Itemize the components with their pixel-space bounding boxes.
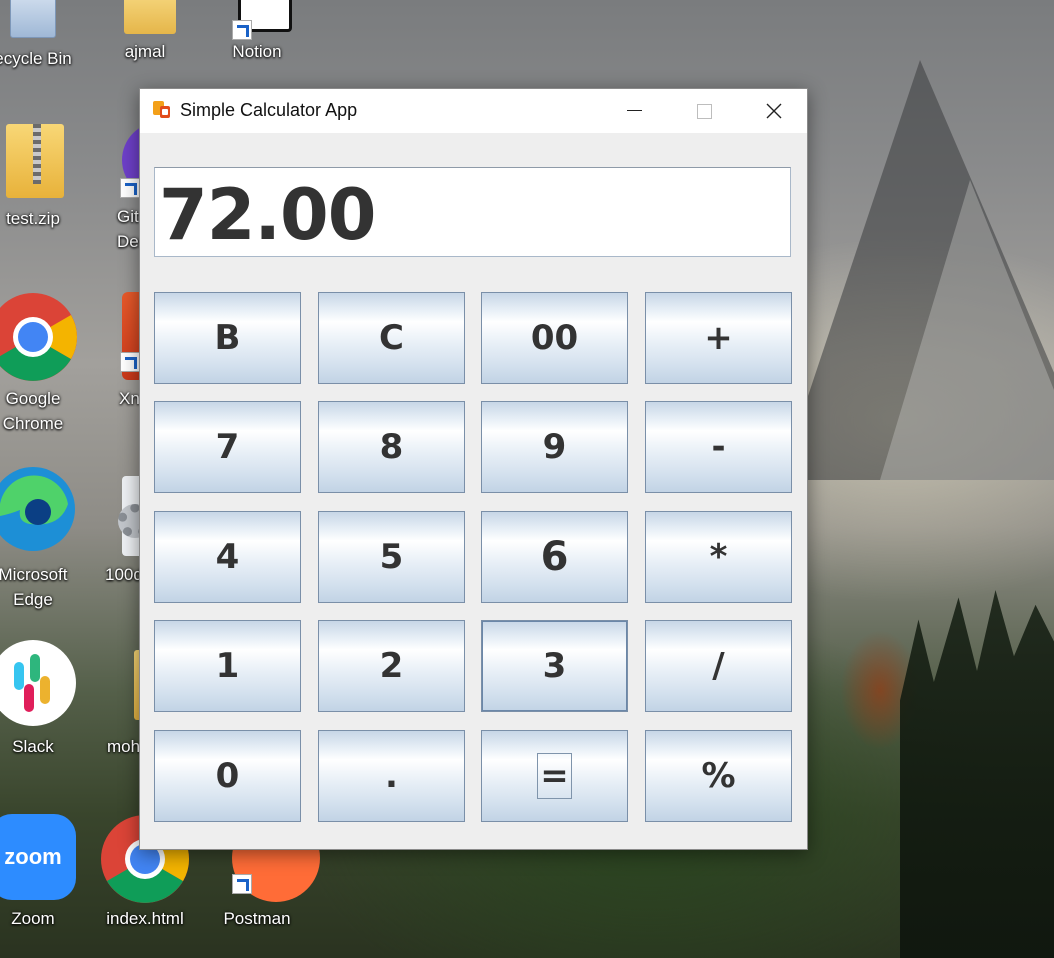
key-4[interactable]: 4 <box>154 511 301 603</box>
key-percent[interactable]: % <box>645 730 792 822</box>
key-equals-label: = <box>537 753 572 799</box>
key-backspace[interactable]: B <box>154 292 301 384</box>
zip-folder-icon <box>0 118 70 198</box>
folder-icon <box>108 0 182 46</box>
key-0[interactable]: 0 <box>154 730 301 822</box>
display-value: 72.00 <box>159 174 376 256</box>
desktop-icon-recycle-bin[interactable]: ecycle Bin <box>0 0 89 71</box>
desktop-icon-zoom[interactable]: zoom Zoom <box>0 814 89 931</box>
wallpaper-mountain-snow <box>880 180 1054 480</box>
key-subtract[interactable]: - <box>645 401 792 493</box>
maximize-button[interactable] <box>669 89 739 133</box>
key-clear[interactable]: C <box>318 292 465 384</box>
key-5[interactable]: 5 <box>318 511 465 603</box>
slack-icon <box>0 640 76 726</box>
key-8[interactable]: 8 <box>318 401 465 493</box>
calculator-display[interactable]: 72.00 <box>154 167 791 257</box>
desktop-icon-test-zip[interactable]: test.zip <box>0 118 89 231</box>
key-6[interactable]: 6 <box>481 511 628 603</box>
close-button[interactable] <box>739 89 809 133</box>
chrome-icon <box>0 290 77 381</box>
zoom-icon: zoom <box>0 814 76 900</box>
key-double-zero[interactable]: 00 <box>481 292 628 384</box>
key-decimal[interactable]: . <box>318 730 465 822</box>
minimize-button[interactable] <box>599 89 669 133</box>
key-1[interactable]: 1 <box>154 620 301 712</box>
wallpaper-trees <box>900 590 1054 958</box>
desktop-icon-google-chrome[interactable]: Google Chrome <box>0 290 89 436</box>
key-add[interactable]: + <box>645 292 792 384</box>
keypad: B C 00 + 7 8 9 - 4 5 6 * 1 2 3 / 0 . = % <box>154 292 792 822</box>
key-divide[interactable]: / <box>645 620 792 712</box>
desktop-icon-notion[interactable]: Notion <box>201 0 313 64</box>
desktop-icon-microsoft-edge[interactable]: Microsoft Edge <box>0 466 89 612</box>
minimize-icon <box>626 109 642 111</box>
recycle-bin-icon <box>0 0 70 46</box>
close-icon <box>766 103 782 119</box>
edge-icon <box>0 466 75 551</box>
notion-icon <box>220 0 294 46</box>
key-equals[interactable]: = <box>481 730 628 822</box>
calculator-window: Simple Calculator App 72.00 B C 00 + 7 8… <box>139 88 808 850</box>
key-7[interactable]: 7 <box>154 401 301 493</box>
key-3[interactable]: 3 <box>481 620 628 712</box>
key-2[interactable]: 2 <box>318 620 465 712</box>
key-multiply[interactable]: * <box>645 511 792 603</box>
desktop-icon-slack[interactable]: Slack <box>0 640 89 759</box>
key-9[interactable]: 9 <box>481 401 628 493</box>
title-bar[interactable]: Simple Calculator App <box>140 89 807 133</box>
app-icon <box>153 101 171 119</box>
maximize-icon <box>696 103 712 119</box>
desktop-icon-ajmal[interactable]: ajmal <box>89 0 201 64</box>
window-title: Simple Calculator App <box>180 100 358 120</box>
